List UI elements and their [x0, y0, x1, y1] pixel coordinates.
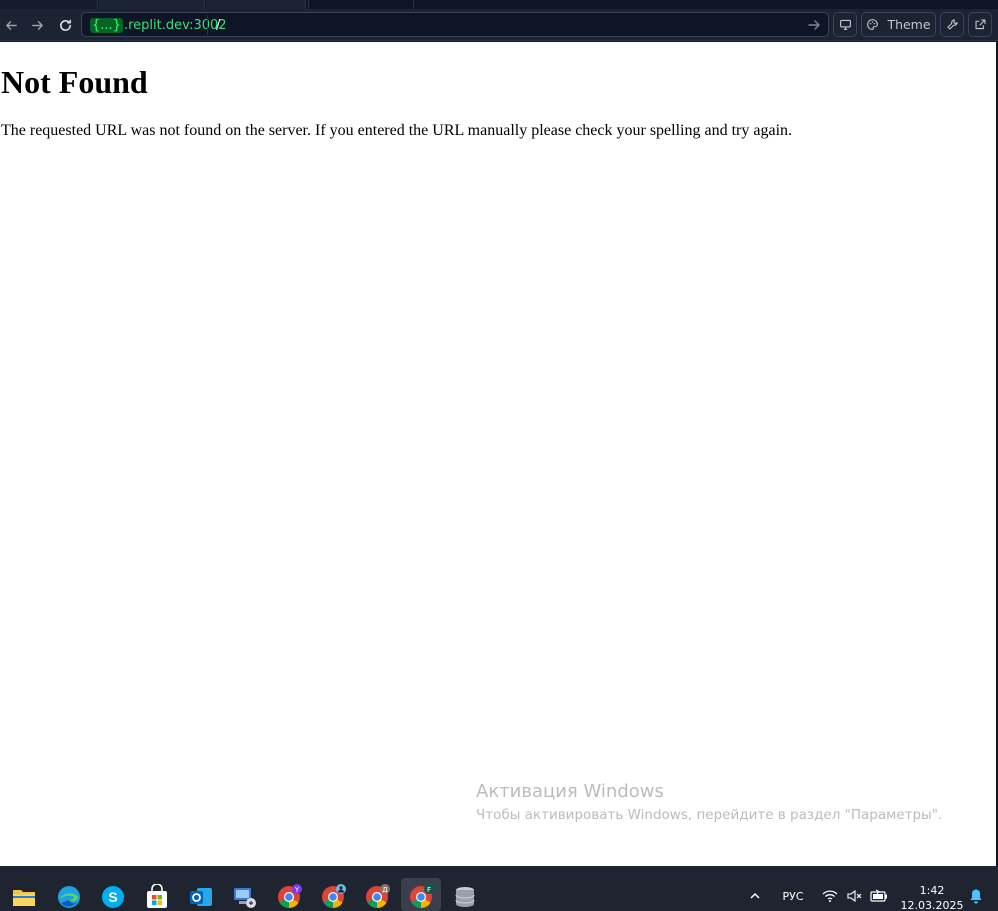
taskbar-clock[interactable]: 1:42 12.03.2025	[896, 883, 968, 911]
domain-text: .replit.dev:3002	[123, 17, 227, 33]
palette-icon	[867, 19, 879, 30]
notifications-bell-icon[interactable]	[966, 884, 986, 908]
chevron-up-icon	[750, 892, 760, 899]
windows-activation-watermark: Активация Windows Чтобы активировать Win…	[476, 781, 942, 823]
open-new-tab-button[interactable]	[968, 12, 992, 37]
show-hidden-icons-button[interactable]	[746, 884, 764, 908]
devtools-button[interactable]	[940, 12, 964, 37]
wifi-icon[interactable]	[820, 884, 840, 908]
store-icon[interactable]	[144, 883, 170, 910]
devices-button[interactable]	[833, 12, 857, 37]
page-title: Not Found	[1, 64, 148, 100]
forward-button[interactable]	[26, 14, 48, 36]
arrow-right-icon	[31, 20, 43, 30]
file-explorer-icon[interactable]	[11, 884, 37, 910]
external-link-icon	[975, 19, 985, 30]
skype-icon[interactable]: S	[100, 884, 126, 910]
profile-badge-f: F	[427, 886, 431, 894]
windows-taskbar: S Y Д F РУС 1:42 12.03.2025	[0, 866, 998, 911]
url-bar[interactable]: {...} .replit.dev:3002 /	[81, 12, 829, 37]
svg-text:S: S	[108, 889, 117, 905]
battery-icon[interactable]	[868, 884, 890, 908]
browser-tab-active[interactable]	[308, 0, 414, 9]
remote-desktop-icon[interactable]	[232, 884, 258, 910]
arrow-left-icon	[5, 20, 17, 30]
browser-tab[interactable]	[99, 0, 205, 9]
chrome-profile-d-icon[interactable]: Д	[364, 884, 390, 910]
tab-strip	[0, 0, 998, 9]
error-message: The requested URL was not found on the s…	[1, 122, 793, 139]
watermark-title: Активация Windows	[476, 781, 664, 802]
profile-badge-d: Д	[382, 886, 388, 894]
outlook-icon[interactable]	[188, 884, 214, 910]
chrome-profile-person-icon[interactable]	[320, 884, 346, 910]
theme-button[interactable]: Theme	[861, 12, 936, 37]
webview-content: Not Found The requested URL was not foun…	[0, 42, 996, 866]
clock-time: 1:42	[919, 884, 945, 897]
url-domain: {...} .replit.dev:3002	[86, 16, 231, 34]
url-path-input[interactable]: /	[216, 16, 220, 34]
browser-toolbar: {...} .replit.dev:3002 / Theme	[0, 9, 998, 41]
monitor-icon	[839, 19, 851, 30]
clock-date: 12.03.2025	[900, 899, 964, 911]
domain-badge: {...}	[90, 17, 123, 33]
reload-button[interactable]	[54, 14, 76, 36]
language-indicator[interactable]: РУС	[776, 884, 810, 908]
chrome-profile-y-icon[interactable]: Y	[276, 884, 302, 910]
go-arrow-icon[interactable]	[806, 17, 822, 33]
browser-tab[interactable]	[206, 0, 306, 9]
volume-muted-icon[interactable]	[844, 884, 864, 908]
watermark-subtitle: Чтобы активировать Windows, перейдите в …	[476, 807, 943, 823]
profile-badge-y: Y	[294, 886, 300, 894]
database-icon[interactable]	[452, 884, 478, 910]
edge-icon[interactable]	[56, 884, 82, 910]
back-button[interactable]	[0, 14, 22, 36]
wrench-icon	[947, 19, 957, 30]
chrome-profile-f-icon[interactable]: F	[408, 884, 434, 910]
refresh-icon	[59, 19, 71, 31]
url-divider	[207, 15, 208, 35]
theme-label: Theme	[887, 17, 931, 32]
browser-tab[interactable]	[0, 0, 98, 9]
